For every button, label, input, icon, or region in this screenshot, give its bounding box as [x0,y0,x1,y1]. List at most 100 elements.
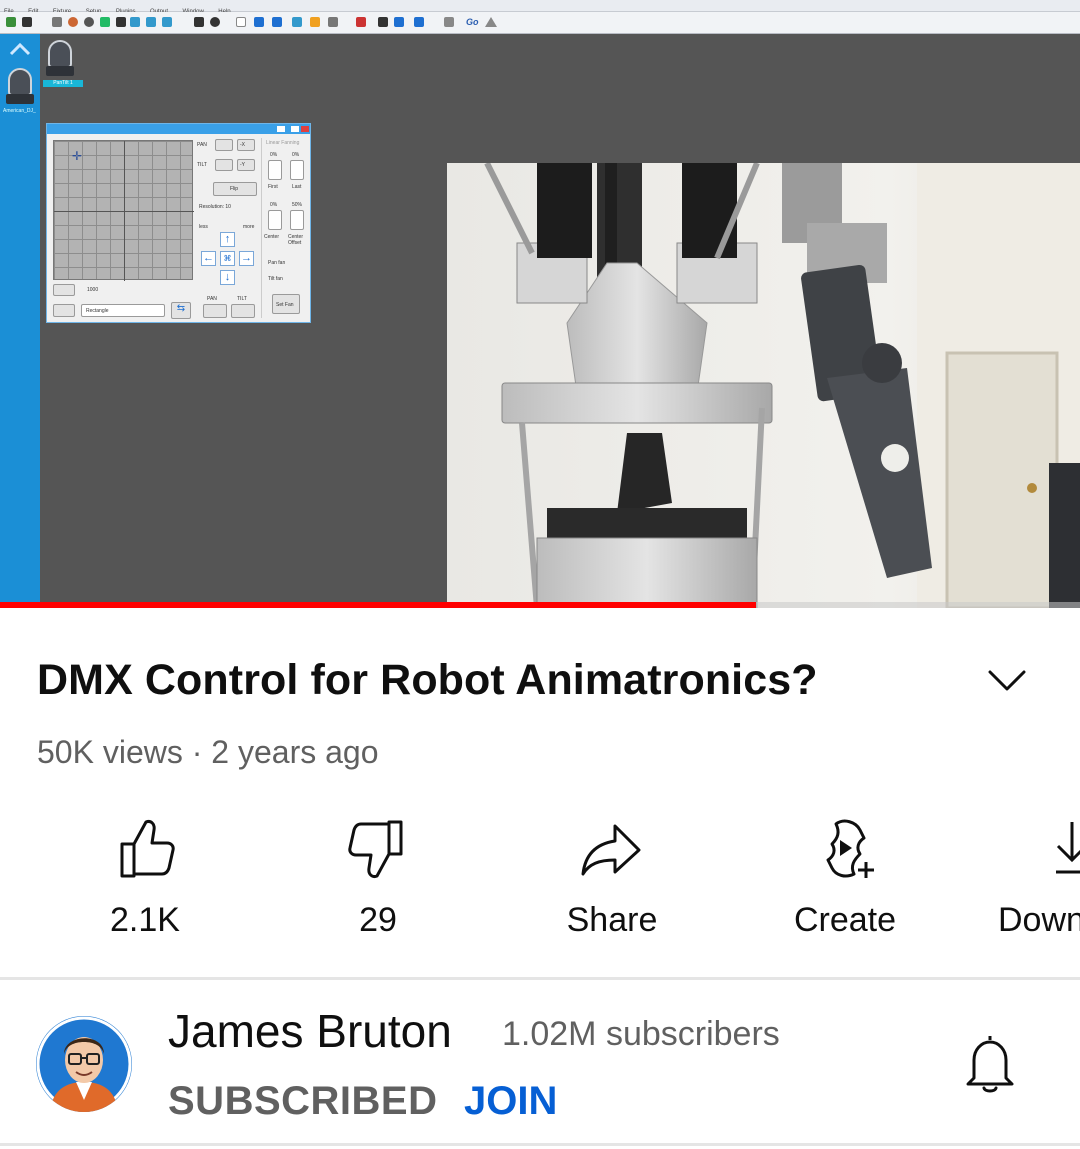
invert-y-button: -Y [237,159,255,171]
share-icon [581,824,641,876]
share-button[interactable]: Share [512,808,712,958]
less-label: less [199,224,208,230]
offset-stepper [290,210,304,230]
pan-label-bottom: PAN [207,296,217,302]
toolbar-icon [162,17,172,27]
thumbs-down-icon [348,820,403,878]
linear-fanning-label: Linear Fanning [266,140,300,146]
tilt-button [231,304,255,318]
last-percent: 0% [292,152,300,158]
create-button[interactable]: Create [745,808,945,958]
thumbs-up-icon [120,820,175,878]
toolbar-icon [292,17,302,27]
download-button[interactable]: Down [998,808,1080,958]
fixture-moving-head-icon: American_DJ_ [3,68,37,118]
toolbar-icon [310,17,320,27]
last-stepper [290,160,304,180]
toolbar-icon [444,17,454,27]
shape-select: Rectangle [81,304,165,317]
pan-lock-button [215,139,233,151]
toolbar-icon [414,17,424,27]
first-percent: 0% [270,152,278,158]
go-button: Go [466,17,479,27]
action-row: 2.1K 29 Share Create Down [0,808,1080,958]
robot-image [447,163,1080,608]
offset-percent: 50% [292,202,303,208]
chevron-down-icon[interactable] [984,662,1030,698]
channel-name[interactable]: James Bruton [168,1004,452,1058]
channel-avatar[interactable] [36,1016,132,1112]
swap-icon: ⇆ [171,302,191,319]
pan-button [203,304,227,318]
toolbar-icon [146,17,156,27]
last-label: Last [292,184,302,190]
value-label: 1000 [87,287,99,293]
center-stepper [268,210,282,230]
share-label: Share [566,901,658,939]
toolbar-icon [6,17,16,27]
toolbar-icon [210,17,220,27]
pan-tilt-grid: ✛ [53,140,194,281]
dislike-count: 29 [359,901,397,939]
like-button[interactable]: 2.1K [45,808,245,958]
pan-label: PAN [197,142,207,148]
resolution-label: Resolution: 10 [199,204,231,210]
like-count: 2.1K [110,901,180,939]
maximize-icon [291,126,299,132]
warning-icon [485,17,497,27]
create-label: Create [793,901,897,939]
toolbar-icon [116,17,126,27]
arrow-right-icon: → [239,251,254,266]
video-progress-bar[interactable] [0,602,1080,608]
video-meta: 50K views · 2 years ago [37,734,379,770]
toolbar-icon [22,17,32,27]
first-stepper [268,160,282,180]
bell-icon[interactable] [960,1030,1020,1096]
robot-video-frame [447,163,1080,608]
minimize-icon [277,126,285,132]
fixture-label: PanTilt 1 [43,80,83,87]
toolbar-icon [100,17,110,27]
download-label: Down [998,901,1080,939]
window-titlebar [47,124,310,134]
arrow-left-icon: ← [201,251,216,266]
toolbar-icon [378,17,388,27]
toolbar-icon [84,17,94,27]
toolbar-icon [394,17,404,27]
video-title[interactable]: DMX Control for Robot Animatronics? [37,654,937,706]
flip-button: Flip [213,182,257,196]
more-label: more [243,224,255,230]
toolbar-icon [52,17,62,27]
toolbar-icon [328,17,338,27]
fixture-label: American_DJ_ [3,108,36,114]
toolbar-icon [254,17,264,27]
center-label: Center [264,234,280,240]
join-button[interactable]: JOIN [464,1078,557,1124]
arrow-down-icon: ↓ [220,270,235,285]
pan-fan-radio: Pan fan [268,260,286,266]
center-icon: ⌘ [220,251,235,266]
chevron-up-icon [9,42,31,56]
tilt-label-bottom: TILT [237,296,247,302]
value-button [53,284,75,296]
set-fan-button: Set Fan [272,294,300,314]
center-offset-label: Center Offset [288,234,304,246]
dislike-button[interactable]: 29 [278,808,478,958]
toolbar-icon [272,17,282,27]
subscriber-count: 1.02M subscribers [502,1015,780,1053]
tilt-lock-button [215,159,233,171]
fixture-sidebar: American_DJ_ [0,34,40,608]
progress-played [0,602,756,608]
crosshair-icon: ✛ [72,149,83,163]
toolbar-icon [356,17,366,27]
close-icon [301,126,309,132]
first-label: First [268,184,278,190]
avatar-illustration [36,1016,132,1112]
subscribed-button[interactable]: SUBSCRIBED [168,1078,437,1124]
app-toolbar: Go [0,12,1080,34]
video-player[interactable]: File Edit Fixture Setup Plugins Output W… [0,0,1080,608]
pan-tilt-window: ✛ PAN -X TILT -Y Flip Resolution: 10 les… [46,123,311,323]
divider [0,1143,1080,1146]
fixture-pantilt-icon: PanTilt 1 [43,40,83,90]
app-menubar: File Edit Fixture Setup Plugins Output W… [0,0,1080,15]
